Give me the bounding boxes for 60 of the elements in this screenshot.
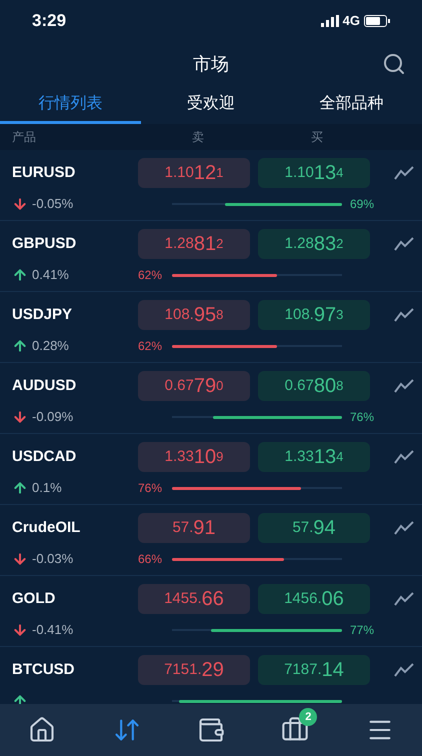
tab[interactable]: 受欢迎 <box>140 86 282 124</box>
sell-price-button[interactable]: 108.958 <box>138 300 250 330</box>
chart-icon[interactable] <box>394 308 414 322</box>
signal-icon <box>320 15 339 27</box>
symbol-label: USDJPY <box>11 304 74 325</box>
chart-icon[interactable] <box>394 237 414 251</box>
symbol-label: AUDUSD <box>11 376 78 396</box>
column-header: 产品 <box>11 129 37 146</box>
change-percent: -0.09% <box>32 408 74 426</box>
change-percent: 0.1% <box>32 479 62 498</box>
sentiment-percent: 76% <box>138 480 164 497</box>
symbol-label: CrudeOIL <box>11 518 82 538</box>
battery-icon <box>364 15 390 27</box>
change-percent: 0.41% <box>32 266 69 284</box>
wallet-icon[interactable] <box>196 716 225 744</box>
sell-price-button[interactable]: 1.28812 <box>138 229 250 259</box>
home-icon[interactable] <box>28 716 56 744</box>
buy-price-button[interactable]: 1.28832 <box>258 229 370 259</box>
sentiment-percent: 66% <box>138 551 164 568</box>
buy-price-button[interactable]: 1456.06 <box>258 584 370 614</box>
sentiment-percent: 76% <box>350 409 374 426</box>
notification-badge: 2 <box>299 708 318 726</box>
buy-price-button[interactable]: 0.67808 <box>258 371 370 401</box>
sentiment-percent: 77% <box>350 622 374 639</box>
symbol-label: USDCAD <box>11 446 78 467</box>
buy-price-button[interactable]: 1.33134 <box>258 442 370 472</box>
sell-price-button[interactable]: 1.10121 <box>138 158 250 188</box>
network-label: 4G <box>342 12 360 30</box>
change-percent: -0.05% <box>32 195 74 214</box>
chart-icon[interactable] <box>394 166 414 180</box>
buy-price-button[interactable]: 7187.14 <box>258 655 370 685</box>
symbol-label: GOLD <box>11 588 56 609</box>
buy-price-button[interactable]: 57.94 <box>258 513 370 543</box>
search-icon[interactable] <box>382 52 406 76</box>
status-time: 3:29 <box>32 10 66 32</box>
sell-price-button[interactable]: 7151.29 <box>138 655 250 685</box>
symbol-label: BTCUSD <box>11 660 76 680</box>
sell-price-button[interactable]: 1455.66 <box>138 584 250 614</box>
change-percent: -0.03% <box>32 550 74 568</box>
tab[interactable]: 全部品种 <box>281 86 422 124</box>
chart-icon[interactable] <box>394 592 414 606</box>
symbol-label: EURUSD <box>11 162 76 183</box>
change-percent: -0.41% <box>32 621 74 640</box>
column-header: 买 <box>310 129 324 146</box>
sell-price-button[interactable]: 1.33109 <box>138 442 250 472</box>
page-title: 市场 <box>193 52 229 76</box>
chart-icon[interactable] <box>394 379 414 393</box>
chart-icon[interactable] <box>394 450 414 464</box>
sell-price-button[interactable]: 0.67790 <box>138 371 250 401</box>
symbol-label: GBPUSD <box>11 234 78 254</box>
column-header: 卖 <box>191 129 205 146</box>
buy-price-button[interactable]: 1.10134 <box>258 158 370 188</box>
change-percent: 0.28% <box>32 337 69 356</box>
buy-price-button[interactable]: 108.973 <box>258 300 370 330</box>
chart-icon[interactable] <box>394 663 414 677</box>
sentiment-percent: 69% <box>350 196 374 213</box>
sell-price-button[interactable]: 57.91 <box>138 513 250 543</box>
chart-icon[interactable] <box>394 521 414 535</box>
sentiment-percent: 62% <box>138 267 164 284</box>
sentiment-percent: 62% <box>138 338 164 355</box>
